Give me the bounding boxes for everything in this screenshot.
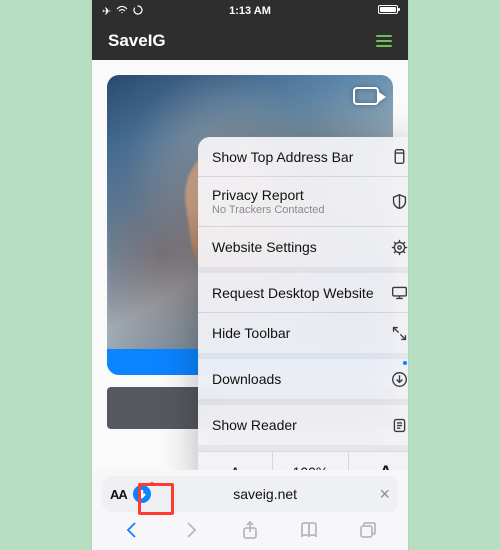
download-arrow-icon: [133, 485, 151, 503]
site-logo: SaveIG: [108, 31, 166, 51]
menu-label: Privacy Report: [212, 187, 389, 203]
phone-frame: ✈ 1:13 AM SaveIG Show Top Addres: [92, 0, 408, 550]
reader-icon: [389, 417, 408, 434]
menu-label: Website Settings: [212, 239, 389, 255]
menu-downloads[interactable]: Downloads: [198, 359, 408, 399]
menu-request-desktop[interactable]: Request Desktop Website: [198, 273, 408, 313]
menu-website-settings[interactable]: Website Settings: [198, 227, 408, 267]
browser-bottom-bar: AA saveig.net ×: [92, 470, 408, 550]
notification-badge: [403, 361, 407, 365]
forward-button[interactable]: [181, 520, 201, 545]
aa-toggle[interactable]: AA: [110, 487, 127, 502]
menu-privacy-report[interactable]: Privacy Report No Trackers Contacted: [198, 177, 408, 227]
download-circle-icon: [389, 371, 408, 388]
status-bar: ✈ 1:13 AM: [92, 0, 408, 22]
menu-sublabel: No Trackers Contacted: [212, 204, 389, 216]
menu-label: Downloads: [212, 371, 389, 387]
browser-toolbar: [102, 516, 398, 548]
expand-arrows-icon: [389, 325, 408, 342]
menu-label: Show Top Address Bar: [212, 149, 389, 165]
menu-label: Request Desktop Website: [212, 285, 389, 301]
tabs-button[interactable]: [358, 520, 378, 545]
menu-label: Show Reader: [212, 417, 389, 433]
share-button[interactable]: [240, 520, 260, 545]
bookmarks-button[interactable]: [299, 520, 319, 545]
menu-show-top-address-bar[interactable]: Show Top Address Bar: [198, 137, 408, 177]
menu-show-reader[interactable]: Show Reader: [198, 405, 408, 445]
video-camera-icon[interactable]: [353, 87, 379, 105]
shield-icon: [389, 193, 408, 210]
desktop-icon: [389, 284, 408, 301]
url-bar[interactable]: AA saveig.net ×: [102, 476, 398, 512]
status-time: 1:13 AM: [92, 5, 408, 17]
site-header: SaveIG: [92, 22, 408, 60]
menu-label: Hide Toolbar: [212, 325, 389, 341]
url-domain: saveig.net: [157, 486, 374, 502]
download-indicator[interactable]: [133, 485, 151, 503]
gear-icon: [389, 239, 408, 256]
address-bar-top-icon: [389, 148, 408, 165]
aa-popover-menu: Show Top Address Bar Privacy Report No T…: [198, 137, 408, 491]
menu-hide-toolbar[interactable]: Hide Toolbar: [198, 313, 408, 353]
battery-icon: [378, 5, 398, 14]
clear-url-button[interactable]: ×: [379, 484, 390, 505]
back-button[interactable]: [122, 520, 142, 545]
hamburger-menu-icon[interactable]: [376, 35, 392, 47]
